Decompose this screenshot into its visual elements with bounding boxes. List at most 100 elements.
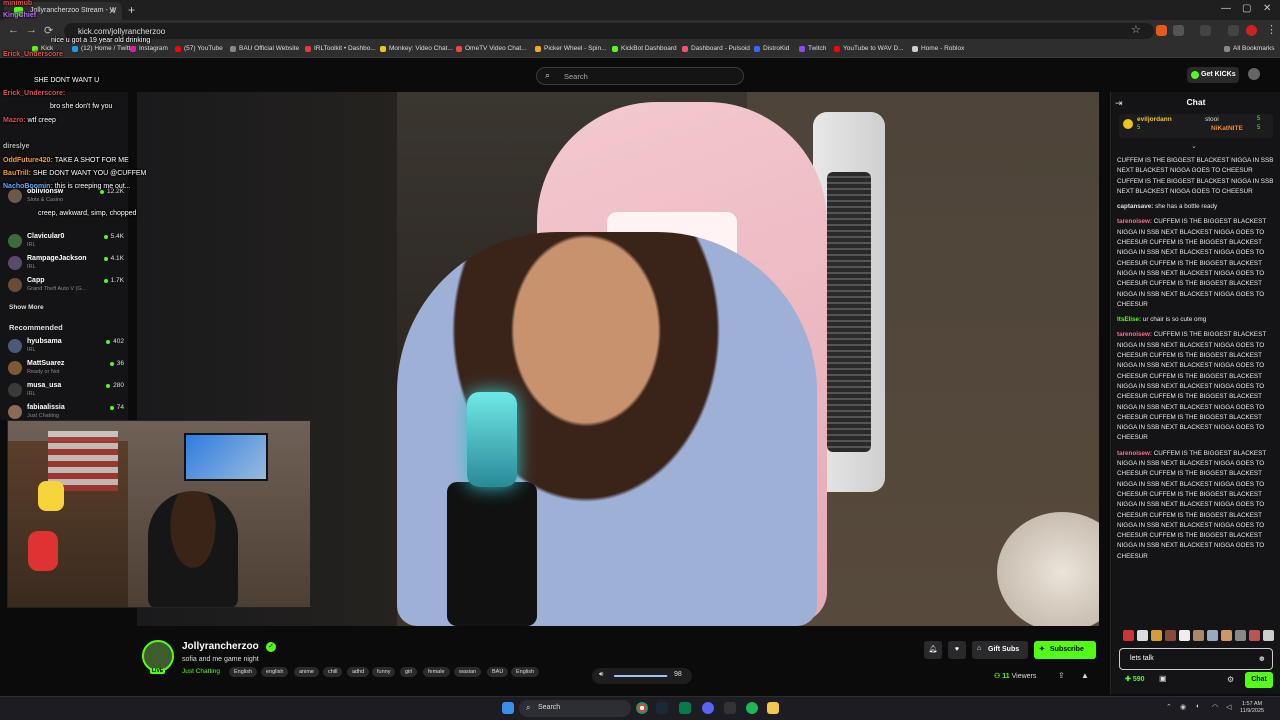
volume-overlay[interactable]: 🔊︎ 98 — [592, 668, 692, 684]
avatar-icon[interactable] — [1246, 25, 1257, 36]
app-icon[interactable] — [679, 702, 691, 714]
wifi-icon[interactable]: ◠ — [1212, 703, 1218, 711]
emote-icon[interactable] — [1193, 630, 1204, 641]
subscribe-button[interactable]: ✦ Subscribe — [1034, 641, 1096, 659]
close-window-icon[interactable]: ✕ — [1263, 3, 1271, 14]
chevron-down-icon[interactable]: ⌄ — [1191, 142, 1197, 150]
emoji-icon[interactable]: ☻ — [1258, 654, 1266, 663]
sidebar-item-recommended[interactable]: MattSuarez Ready or Not 36 — [8, 360, 124, 380]
app-icon[interactable] — [724, 702, 736, 714]
taskbar-clock[interactable]: 1:57 AM 11/9/2025 — [1240, 701, 1264, 715]
show-more-link[interactable]: Show More — [9, 304, 44, 311]
taskbar-search[interactable]: ⌕ Search — [519, 700, 631, 717]
profile-icon[interactable] — [1228, 25, 1239, 36]
discord-icon[interactable] — [702, 702, 714, 714]
forward-icon[interactable]: → — [26, 24, 37, 36]
chat-input[interactable]: lets talk ☻ — [1119, 648, 1273, 670]
tray-icon[interactable]: ◐ — [1196, 703, 1200, 710]
stream-tag[interactable]: adhd — [347, 667, 370, 677]
stream-tag[interactable]: wasian — [454, 667, 482, 677]
windows-start-icon[interactable] — [502, 702, 514, 714]
all-bookmarks[interactable]: All Bookmarks — [1224, 45, 1275, 52]
sidebar-item-following[interactable]: RampageJackson IRL 4.1K — [8, 255, 124, 275]
browser-tab[interactable]: Jollyrancherzoo Stream - W ✕ — [4, 2, 122, 20]
bookmark-item[interactable]: OmeTV Video Chat... — [456, 45, 527, 52]
stream-tag[interactable]: BAU — [487, 667, 509, 677]
user-avatar[interactable] — [1248, 68, 1260, 80]
stream-tag[interactable]: chill — [323, 667, 343, 677]
chat-username[interactable]: tarenoisew: — [1117, 218, 1154, 225]
maximize-icon[interactable]: ▢ — [1242, 3, 1251, 14]
bookmark-item[interactable]: Picker Wheel - Spin... — [535, 45, 607, 52]
tray-icon[interactable]: ◉ — [1180, 703, 1186, 711]
tray-chevron-icon[interactable]: ⌃ — [1166, 703, 1172, 711]
emote-icon[interactable] — [1151, 630, 1162, 641]
sidebar-item-following[interactable]: oblivionsw Slots & Casino 12.2K — [8, 188, 124, 208]
streamer-name[interactable]: Jollyrancherzoo — [182, 641, 259, 652]
tab-close-icon[interactable]: ✕ — [108, 6, 116, 17]
stream-tag[interactable]: English — [511, 667, 540, 677]
stream-tag[interactable]: female — [423, 667, 450, 677]
emote-icon[interactable] — [1123, 630, 1134, 641]
bookmark-item[interactable]: Kick — [32, 45, 53, 52]
bookmark-item[interactable]: Twitch — [799, 45, 826, 52]
stream-tag[interactable]: girl — [400, 667, 418, 677]
bookmark-item[interactable]: IRLToolkit • Dashbo... — [305, 45, 376, 52]
bookmark-item[interactable]: DistroKid — [754, 45, 789, 52]
chat-username[interactable]: captansave: — [1117, 203, 1155, 210]
stream-tag[interactable]: english — [261, 667, 289, 677]
emote-icon[interactable] — [1165, 630, 1176, 641]
channel-points[interactable]: ✚ 590 — [1125, 675, 1145, 683]
spotify-icon[interactable] — [746, 702, 758, 714]
minimize-icon[interactable]: — — [1221, 3, 1231, 14]
gift-icon[interactable]: ▣ — [1159, 674, 1167, 683]
sidebar-item-recommended[interactable]: musa_usa IRL 280 — [8, 382, 124, 402]
chat-username[interactable]: tarenoisew: — [1117, 331, 1154, 338]
chat-username[interactable]: ItsElise: — [1117, 316, 1143, 323]
sidebar-item-recommended[interactable]: hyubsama IRL 402 — [8, 338, 124, 358]
emote-icon[interactable] — [1207, 630, 1218, 641]
bookmark-item[interactable]: Dashboard - Pulsoid — [682, 45, 750, 52]
follow-button[interactable]: ♥ — [948, 641, 966, 659]
emote-icon[interactable] — [1179, 630, 1190, 641]
menu-icon[interactable]: ⋮ — [1266, 23, 1277, 36]
gear-icon[interactable]: ⚙ — [1227, 675, 1234, 684]
bookmark-item[interactable]: (12) Home / Twitter — [72, 45, 136, 52]
get-kicks-button[interactable]: Get KICKs — [1187, 67, 1239, 83]
stream-category[interactable]: Just Chatting — [182, 668, 220, 675]
bookmark-item[interactable]: Home - Roblox — [912, 45, 964, 52]
chrome-icon[interactable] — [636, 702, 648, 714]
speaker-icon[interactable]: ◁ — [1226, 703, 1231, 711]
search-input[interactable]: ⌕ Search — [536, 67, 744, 85]
bookmark-item[interactable]: Monkey: Video Chat... — [380, 45, 453, 52]
emote-icon[interactable] — [1263, 630, 1274, 641]
bookmark-item[interactable]: (57) YouTube — [175, 45, 223, 52]
notification-bell-button[interactable]: 🔔︎ — [924, 641, 942, 659]
send-chat-button[interactable]: Chat — [1245, 672, 1273, 688]
downloads-icon[interactable] — [1200, 25, 1211, 36]
sidebar-item-following[interactable]: Clavicular0 IRL 5.4K — [8, 233, 124, 253]
extensions-puzzle-icon[interactable] — [1173, 25, 1184, 36]
new-tab-icon[interactable]: + — [128, 3, 135, 17]
gift-subs-button[interactable]: ⌂ Gift Subs — [972, 641, 1028, 659]
url-input[interactable]: kick.com/jollyrancherzoo — [64, 23, 1154, 39]
bookmark-star-icon[interactable]: ☆ — [1131, 23, 1141, 36]
emote-icon[interactable] — [1221, 630, 1232, 641]
stream-tag[interactable]: funny — [372, 667, 396, 677]
back-icon[interactable]: ← — [8, 24, 19, 36]
stream-tag[interactable]: English — [229, 667, 258, 677]
bookmark-item[interactable]: KickBot Dashboard — [612, 45, 677, 52]
gifter-name[interactable]: eviljordann — [1137, 116, 1172, 123]
emote-icon[interactable] — [1137, 630, 1148, 641]
volume-slider[interactable] — [614, 675, 668, 677]
report-icon[interactable]: ▲ — [1081, 671, 1089, 680]
reload-icon[interactable]: ⟳ — [44, 24, 53, 37]
bookmark-item[interactable]: Instagram — [130, 45, 168, 52]
gifter-name[interactable]: stooi — [1205, 116, 1219, 123]
gifter-name[interactable]: NiKatNITE — [1211, 125, 1243, 132]
file-explorer-icon[interactable] — [767, 702, 779, 714]
sidebar-item-following[interactable]: Capp Grand Theft Auto V (G... 1.7K — [8, 277, 124, 297]
emote-icon[interactable] — [1249, 630, 1260, 641]
emote-icon[interactable] — [1235, 630, 1246, 641]
bookmark-item[interactable]: BAU Official Website — [230, 45, 299, 52]
